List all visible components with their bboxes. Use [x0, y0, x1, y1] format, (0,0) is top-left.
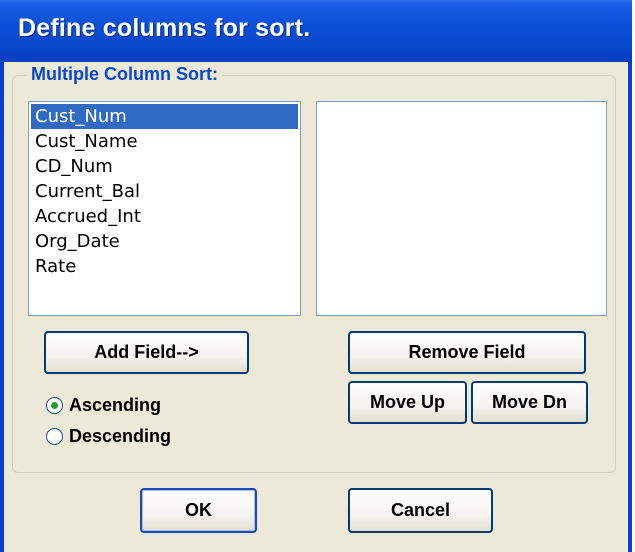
- group-label: Multiple Column Sort:: [27, 64, 222, 85]
- available-fields-list[interactable]: Cust_Num Cust_Name CD_Num Current_Bal Ac…: [28, 101, 301, 316]
- move-up-button[interactable]: Move Up: [348, 381, 467, 424]
- field-item-org-date[interactable]: Org_Date: [31, 229, 298, 254]
- descending-label: Descending: [69, 425, 172, 446]
- cancel-button[interactable]: Cancel: [348, 488, 493, 533]
- field-item-cd-num[interactable]: CD_Num: [31, 154, 298, 179]
- field-item-rate[interactable]: Rate: [31, 254, 298, 279]
- title-bar[interactable]: Define columns for sort.: [0, 0, 632, 62]
- ascending-label: Ascending: [69, 394, 162, 415]
- descending-option[interactable]: Descending: [46, 423, 171, 449]
- dialog-title: Define columns for sort.: [18, 14, 311, 42]
- ok-button[interactable]: OK: [140, 488, 257, 533]
- move-down-button[interactable]: Move Dn: [471, 381, 588, 424]
- field-item-cust-num[interactable]: Cust_Num: [31, 104, 298, 129]
- ascending-option[interactable]: Ascending: [46, 392, 161, 418]
- field-item-current-bal[interactable]: Current_Bal: [31, 179, 298, 204]
- descending-radio[interactable]: [46, 427, 63, 445]
- ascending-radio[interactable]: [46, 396, 63, 414]
- remove-field-button[interactable]: Remove Field: [348, 331, 586, 374]
- field-item-accrued-int[interactable]: Accrued_Int: [31, 204, 298, 229]
- sort-fields-list[interactable]: [316, 101, 607, 316]
- add-field-button[interactable]: Add Field-->: [44, 331, 249, 374]
- field-item-cust-name[interactable]: Cust_Name: [31, 129, 298, 154]
